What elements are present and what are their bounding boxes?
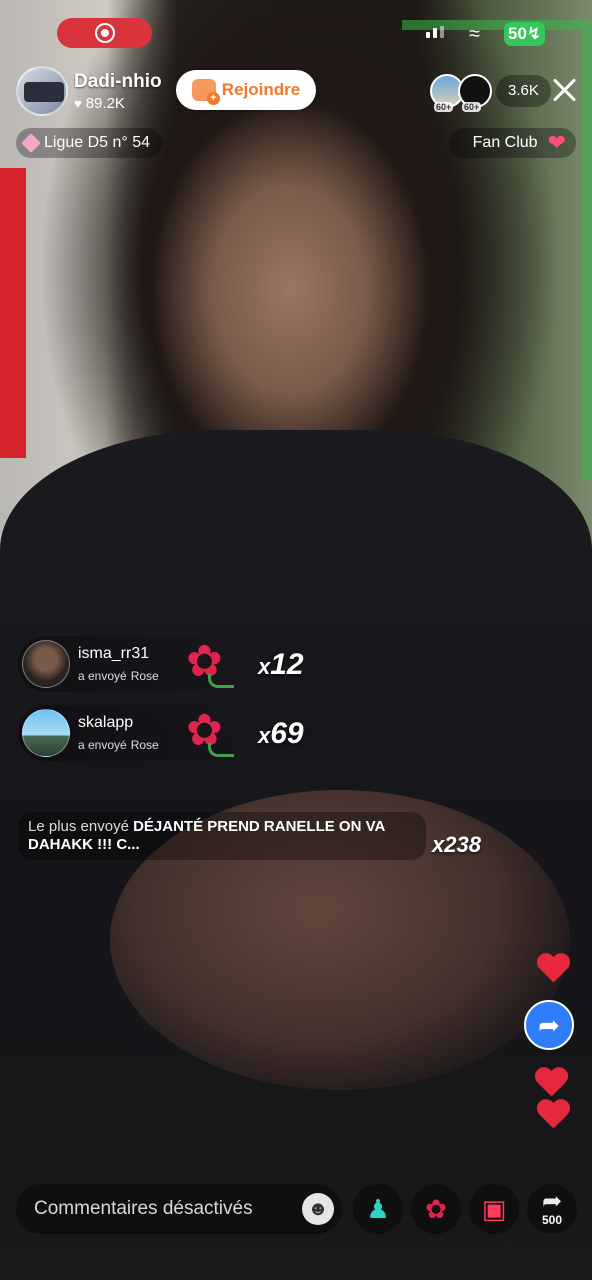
status-bar: ≈ 50↯ [0, 18, 592, 48]
battery-level: 50 [508, 24, 527, 43]
viewer-badge: 60+ [434, 102, 454, 112]
gift-texts: isma_rr31 a envoyé Rose [78, 645, 159, 683]
viewer-badge: 60+ [462, 102, 482, 112]
share-icon[interactable]: ➦ [524, 1000, 574, 1050]
host-profile[interactable]: Dadi-nhio ♥ 89.2K [16, 66, 162, 116]
join-heart-icon [191, 79, 220, 105]
gift-sender-avatar[interactable] [22, 640, 70, 688]
gift-sender-name[interactable]: isma_rr31 [78, 645, 159, 663]
host-info: Dadi-nhio ♥ 89.2K [74, 71, 162, 112]
gift-name: Rose [130, 738, 159, 752]
gift-notification: skalapp a envoyé Rose ✿ x69 [18, 705, 418, 761]
emoji-icon[interactable]: ☻ [302, 1193, 334, 1225]
share-count: 500 [541, 1213, 563, 1227]
share-icon: ➦ [541, 1188, 563, 1215]
floating-heart-icon [534, 1068, 568, 1098]
viewer-avatar[interactable]: 60+ [458, 74, 492, 112]
gift-texts: skalapp a envoyé Rose [78, 714, 159, 752]
host-likes: ♥ 89.2K [74, 95, 162, 112]
league-label: Ligue D5 n° 54 [44, 134, 151, 151]
close-icon[interactable] [551, 77, 577, 103]
multi-guest-button[interactable]: ♟ [353, 1184, 403, 1234]
host-avatar[interactable] [16, 66, 68, 116]
gift-action: a envoyé [78, 669, 127, 683]
gift-sender-name[interactable]: skalapp [78, 714, 159, 732]
gift-count-prefix: x [258, 654, 271, 679]
rose-icon: ✿ [425, 1193, 447, 1224]
top-viewers[interactable]: 60+ 60+ 3.6K [430, 74, 551, 112]
most-sent-count: x238 [432, 832, 481, 857]
gift-button[interactable]: ▣ [469, 1184, 519, 1234]
join-button[interactable]: Rejoindre [176, 70, 316, 110]
fan-club-icon: ❤ [547, 130, 566, 155]
host-likes-count: 89.2K [85, 94, 125, 112]
viewer-count[interactable]: 3.6K [496, 75, 551, 107]
share-button[interactable]: ➦ 500 [527, 1184, 577, 1234]
gift-count-prefix: x [258, 723, 271, 748]
league-badge[interactable]: Ligue D5 n° 54 [16, 128, 163, 158]
most-sent-label: Le plus envoyé [28, 818, 129, 835]
host-name: Dadi-nhio [74, 70, 162, 92]
gift-sender-avatar[interactable] [22, 709, 70, 757]
screen-record-indicator[interactable] [57, 18, 152, 48]
heart-icon: ♥ [74, 95, 82, 111]
rose-stem [208, 743, 234, 757]
rose-gift-button[interactable]: ✿ [411, 1184, 461, 1234]
floating-heart-icon [536, 1100, 570, 1130]
gift-description: a envoyé Rose [78, 738, 159, 752]
comment-placeholder: Commentaires désactivés [34, 1198, 253, 1219]
join-button-label: Rejoindre [221, 80, 301, 99]
gift-count-value: 12 [270, 648, 304, 681]
gift-icon: ▣ [481, 1193, 507, 1224]
battery-icon: 50↯ [504, 22, 546, 46]
signal-icon [426, 26, 444, 38]
gift-name: Rose [130, 669, 159, 683]
fan-club-label: Fan Club [472, 134, 538, 151]
gift-count: x69 [258, 717, 304, 751]
most-sent-banner[interactable]: Le plus envoyé DÉJANTÉ PREND RANELLE ON … [18, 812, 426, 860]
floating-heart-icon [536, 954, 570, 984]
background-red-door [0, 168, 26, 458]
fan-club-button[interactable]: Fan Club ❤ [448, 128, 576, 158]
users-icon: ♟ [366, 1193, 390, 1224]
comment-input[interactable]: Commentaires désactivés ☻ [16, 1184, 342, 1234]
gift-action: a envoyé [78, 738, 127, 752]
gift-notification: isma_rr31 a envoyé Rose ✿ x12 [18, 636, 418, 692]
gift-count-value: 69 [270, 717, 304, 750]
gift-count: x12 [258, 648, 304, 682]
wifi-icon: ≈ [469, 23, 480, 45]
gift-description: a envoyé Rose [78, 669, 159, 683]
record-icon [94, 23, 115, 43]
diamond-icon [21, 133, 41, 153]
rose-stem [208, 674, 234, 688]
